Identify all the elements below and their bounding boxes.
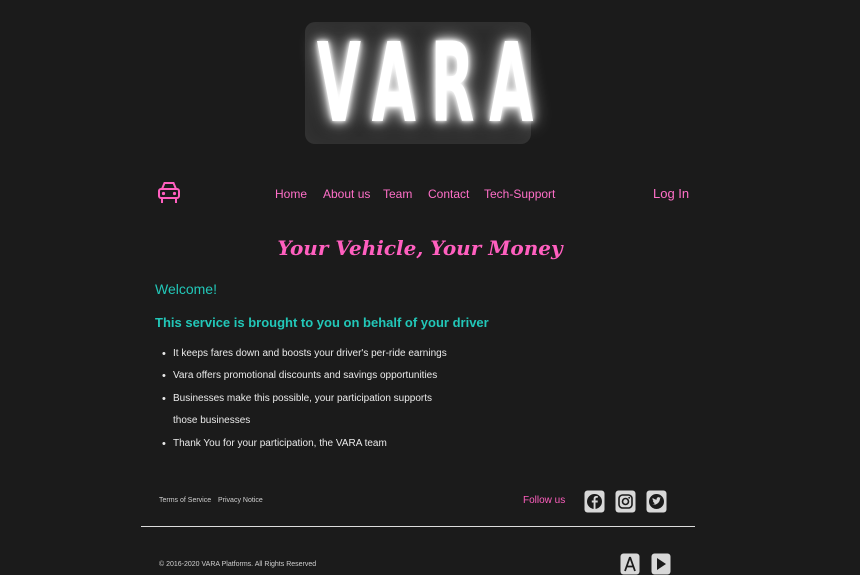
list-item: Vara offers promotional discounts and sa… — [155, 365, 455, 388]
privacy-link[interactable]: Privacy Notice — [218, 497, 263, 504]
footer-divider — [141, 526, 695, 527]
subheading: This service is brought to you on behalf… — [155, 315, 489, 330]
nav-tech-support[interactable]: Tech-Support — [484, 187, 555, 201]
logo-text: VARA — [316, 19, 548, 147]
instagram-icon[interactable] — [615, 490, 636, 513]
list-item: Thank You for your participation, the VA… — [155, 433, 455, 456]
car-icon[interactable] — [157, 180, 181, 206]
nav-home[interactable]: Home — [275, 187, 307, 201]
login-link[interactable]: Log In — [653, 186, 689, 201]
nav-about-us[interactable]: About us — [323, 187, 370, 201]
benefits-list: It keeps fares down and boosts your driv… — [155, 343, 455, 455]
google-play-icon[interactable] — [651, 553, 671, 575]
logo-banner: VARA — [305, 22, 533, 144]
app-store-icon[interactable] — [620, 553, 640, 575]
twitter-icon[interactable] — [646, 490, 667, 513]
list-item: Businesses make this possible, your part… — [155, 388, 455, 433]
facebook-icon[interactable] — [584, 490, 605, 513]
copyright-text: © 2016-2020 VARA Platforms. All Rights R… — [159, 561, 317, 568]
scrollbar[interactable] — [860, 0, 865, 575]
nav-contact[interactable]: Contact — [428, 187, 469, 201]
list-item: It keeps fares down and boosts your driv… — [155, 343, 455, 366]
scrollbar-thumb[interactable] — [860, 0, 865, 575]
tagline: Your Vehicle, Your Money — [277, 236, 563, 260]
nav-team[interactable]: Team — [383, 187, 412, 201]
terms-link[interactable]: Terms of Service — [159, 497, 211, 504]
follow-us-label: Follow us — [523, 495, 566, 506]
welcome-heading: Welcome! — [155, 281, 217, 297]
